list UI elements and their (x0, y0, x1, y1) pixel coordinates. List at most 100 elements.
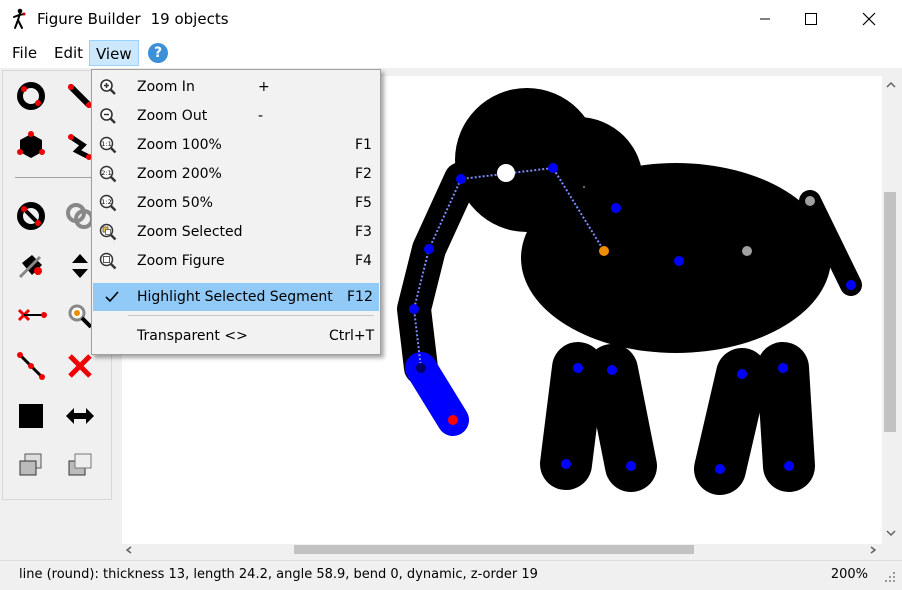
joint[interactable] (424, 244, 434, 254)
leg-front-right[interactable] (586, 344, 657, 492)
horizontal-scrollbar[interactable] (122, 544, 882, 556)
add-polygon-tool-icon[interactable] (14, 129, 48, 163)
menu-zoom-figure-shortcut: F4 (355, 253, 372, 269)
maximize-icon (805, 13, 817, 25)
leg-back-right[interactable] (757, 342, 815, 492)
horizontal-scroll-thumb[interactable] (294, 545, 694, 554)
zoom-out-icon (100, 108, 116, 124)
joint[interactable] (409, 304, 419, 314)
minimize-button[interactable] (742, 0, 788, 38)
orange-joint[interactable] (599, 246, 609, 256)
title-bar: Figure Builder 19 objects (0, 0, 902, 38)
leg-front-left[interactable] (540, 342, 604, 490)
menu-zoom-selected-label: Zoom Selected (137, 224, 243, 240)
menu-zoom-200[interactable]: 2:1 Zoom 200% F2 (93, 160, 379, 188)
object-count: 19 objects (150, 10, 229, 28)
zoom-100-badge: 1:1 (101, 140, 111, 148)
scroll-right-icon[interactable] (868, 545, 878, 555)
flip-tool-icon[interactable] (63, 399, 97, 433)
joint[interactable] (737, 369, 747, 379)
joint[interactable] (674, 256, 684, 266)
window-title: Figure Builder 19 objects (37, 10, 229, 28)
menu-zoom-in-shortcut: + (258, 79, 270, 95)
menu-zoom-50[interactable]: 1:2 Zoom 50% F5 (93, 189, 379, 217)
joint[interactable] (611, 203, 621, 213)
zoom-200-badge: 2:1 (101, 169, 111, 177)
menu-zoom-out-shortcut: - (258, 108, 264, 124)
menu-file[interactable]: File (6, 40, 43, 66)
menu-zoom-in[interactable]: Zoom In + (93, 73, 379, 101)
scroll-down-icon[interactable] (885, 528, 897, 538)
fill-tool-icon[interactable] (14, 399, 48, 433)
view-menu-dropdown: Zoom In + Zoom Out - 1:1 Zoom 100% F1 2:… (91, 69, 381, 355)
close-icon (862, 12, 876, 26)
selected-joint[interactable] (448, 415, 458, 425)
menu-transparent-label: Transparent <> (137, 328, 248, 344)
stick-figure-app-icon (13, 8, 26, 29)
status-bar: line (round): thickness 13, length 24.2,… (0, 560, 902, 590)
joint[interactable] (784, 461, 794, 471)
joint[interactable] (607, 365, 617, 375)
menu-zoom-figure-label: Zoom Figure (137, 253, 225, 269)
remove-circle-fill-tool-icon[interactable] (14, 199, 48, 233)
joint[interactable] (846, 280, 856, 290)
menu-zoom-selected[interactable]: Zoom Selected F3 (93, 218, 379, 246)
joint[interactable] (715, 464, 725, 474)
vertical-scrollbar[interactable] (882, 76, 900, 544)
menu-separator (128, 315, 374, 316)
joint[interactable] (573, 363, 583, 373)
joint[interactable] (416, 363, 426, 373)
status-text: line (round): thickness 13, length 24.2,… (19, 567, 538, 582)
menu-zoom-200-label: Zoom 200% (137, 166, 222, 182)
joint[interactable] (778, 363, 788, 373)
zoom-200-icon: 2:1 (99, 165, 117, 183)
resize-grip-icon[interactable] (884, 571, 896, 583)
menu-highlight-selected-segment-shortcut: F12 (347, 289, 373, 305)
joint[interactable] (626, 461, 636, 471)
zoom-in-icon (100, 79, 116, 95)
menu-transparent[interactable]: Transparent <> Ctrl+T (93, 322, 379, 350)
scroll-left-icon[interactable] (124, 545, 134, 555)
leg-back-left[interactable] (694, 348, 768, 495)
toolbox-separator (15, 177, 99, 178)
zoom-selected-icon (99, 223, 117, 241)
grey-joint[interactable] (742, 246, 752, 256)
split-line-tool-icon[interactable] (14, 349, 48, 383)
elephant-trunk[interactable] (397, 162, 478, 385)
zoom-100-icon: 1:1 (99, 136, 117, 154)
maximize-button[interactable] (788, 0, 834, 38)
send-to-back-tool-icon[interactable] (63, 449, 97, 483)
center-marker (582, 185, 586, 189)
bring-to-front-tool-icon[interactable] (14, 449, 48, 483)
elephant-eye (497, 164, 515, 182)
add-circle-tool-icon[interactable] (14, 79, 48, 113)
menu-zoom-figure[interactable]: Zoom Figure F4 (93, 247, 379, 275)
menu-zoom-out[interactable]: Zoom Out - (93, 102, 379, 130)
close-button[interactable] (846, 0, 892, 38)
menu-zoom-out-label: Zoom Out (137, 108, 208, 124)
pin-segment-tool-icon[interactable] (14, 249, 48, 283)
scroll-up-icon[interactable] (885, 80, 897, 90)
menu-zoom-100[interactable]: 1:1 Zoom 100% F1 (93, 131, 379, 159)
zoom-level: 200% (830, 567, 868, 582)
menu-zoom-50-shortcut: F5 (355, 195, 372, 211)
menu-zoom-100-shortcut: F1 (355, 137, 372, 153)
joint[interactable] (456, 174, 466, 184)
help-icon[interactable]: ? (148, 43, 168, 63)
zoom-50-badge: 1:2 (101, 198, 111, 206)
joint[interactable] (548, 163, 558, 173)
vertical-scroll-thumb[interactable] (884, 192, 896, 432)
checkmark-icon (105, 291, 119, 303)
menu-zoom-100-label: Zoom 100% (137, 137, 222, 153)
grey-joint[interactable] (805, 196, 815, 206)
menu-transparent-shortcut: Ctrl+T (329, 328, 375, 344)
menu-highlight-selected-segment[interactable]: Highlight Selected Segment F12 (93, 283, 379, 311)
zoom-50-icon: 1:2 (99, 194, 117, 212)
menu-view[interactable]: View (89, 40, 139, 66)
menu-edit[interactable]: Edit (48, 40, 89, 66)
highlighted-trunk-segment[interactable] (405, 352, 469, 436)
menu-zoom-50-label: Zoom 50% (137, 195, 213, 211)
joint[interactable] (561, 459, 571, 469)
cut-segment-tool-icon[interactable] (14, 299, 48, 333)
minimize-icon (760, 18, 770, 20)
